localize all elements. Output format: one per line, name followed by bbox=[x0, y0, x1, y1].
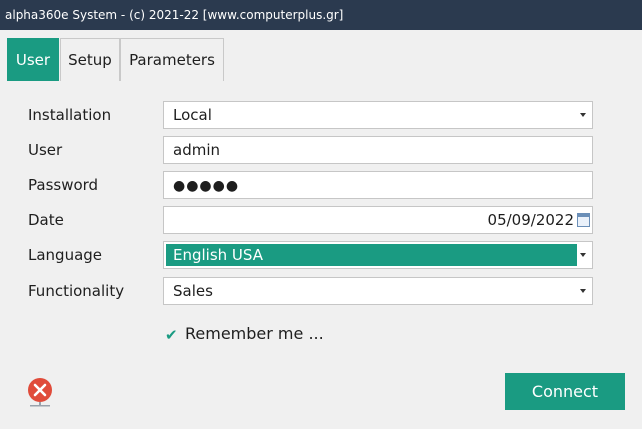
language-value: English USA bbox=[166, 244, 577, 266]
functionality-select[interactable]: Sales bbox=[163, 277, 593, 305]
close-icon[interactable] bbox=[26, 377, 54, 407]
user-value: admin bbox=[173, 141, 220, 159]
tab-user[interactable]: User bbox=[7, 38, 59, 81]
tab-parameters[interactable]: Parameters bbox=[120, 38, 224, 81]
installation-value: Local bbox=[173, 106, 212, 124]
password-input[interactable]: ●●●●● bbox=[163, 171, 593, 199]
language-select[interactable]: English USA bbox=[163, 241, 593, 269]
installation-select[interactable]: Local bbox=[163, 101, 593, 129]
functionality-label: Functionality bbox=[28, 282, 125, 300]
dropdown-arrow-icon[interactable] bbox=[580, 289, 586, 293]
password-label: Password bbox=[28, 176, 99, 194]
date-value: 05/09/2022 bbox=[487, 211, 574, 229]
calendar-icon[interactable] bbox=[577, 213, 590, 227]
connect-button[interactable]: Connect bbox=[505, 373, 625, 410]
dropdown-arrow-icon[interactable] bbox=[580, 253, 586, 257]
installation-label: Installation bbox=[28, 106, 112, 124]
tab-setup[interactable]: Setup bbox=[60, 38, 120, 81]
remember-me-label: Remember me ... bbox=[185, 324, 324, 343]
functionality-value: Sales bbox=[173, 282, 213, 300]
user-input[interactable]: admin bbox=[163, 136, 593, 164]
user-label: User bbox=[28, 141, 63, 159]
date-label: Date bbox=[28, 211, 64, 229]
dropdown-arrow-icon[interactable] bbox=[580, 113, 586, 117]
date-picker[interactable]: 05/09/2022 bbox=[163, 206, 593, 234]
window-title: alpha360e System - (c) 2021-22 [www.comp… bbox=[5, 8, 344, 22]
password-value: ●●●●● bbox=[173, 178, 240, 194]
checkmark-icon[interactable]: ✔ bbox=[165, 327, 181, 343]
remember-me-checkbox[interactable]: ✔ Remember me ... bbox=[165, 323, 324, 345]
window-title-bar: alpha360e System - (c) 2021-22 [www.comp… bbox=[0, 0, 642, 30]
language-label: Language bbox=[28, 246, 103, 264]
